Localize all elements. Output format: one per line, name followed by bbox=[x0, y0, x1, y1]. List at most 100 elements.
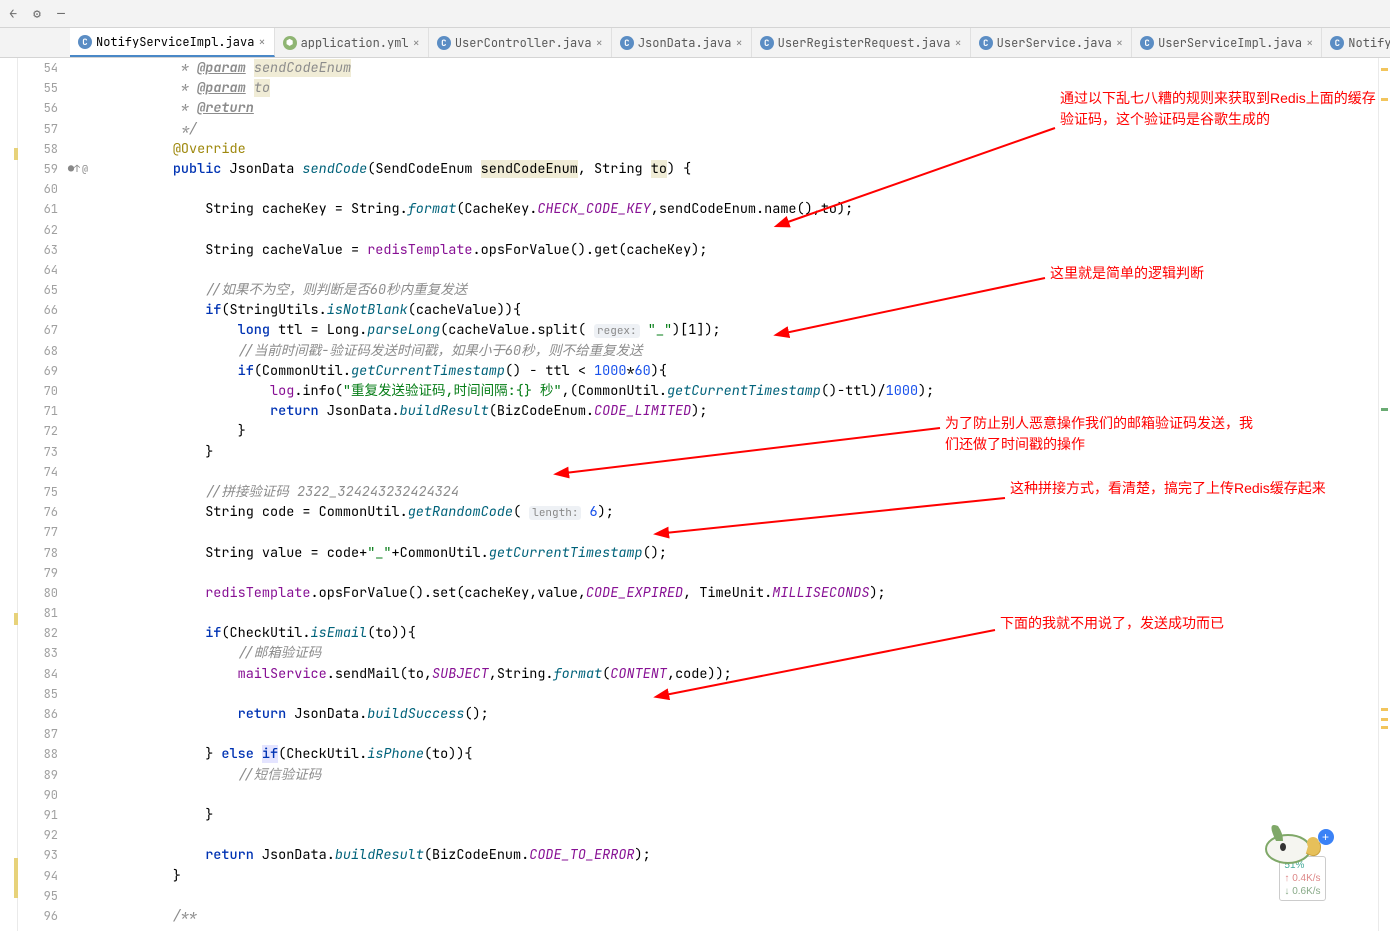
gutter-markers[interactable] bbox=[68, 139, 108, 159]
code-line[interactable]: 70 log.info("重复发送验证码,时间间隔:{} 秒",(CommonU… bbox=[18, 381, 1390, 401]
code-line[interactable]: 79 bbox=[18, 563, 1390, 583]
code-line[interactable]: 91 } bbox=[18, 805, 1390, 825]
code-line[interactable]: 71 return JsonData.buildResult(BizCodeEn… bbox=[18, 401, 1390, 421]
gutter-markers[interactable] bbox=[68, 744, 108, 764]
gutter-markers[interactable] bbox=[68, 179, 108, 199]
gutter-markers[interactable] bbox=[68, 320, 108, 340]
error-stripe[interactable] bbox=[1378, 58, 1390, 931]
code-line[interactable]: 73 } bbox=[18, 442, 1390, 462]
code-line[interactable]: 85 bbox=[18, 684, 1390, 704]
code-line[interactable]: 57 */ bbox=[18, 119, 1390, 139]
gutter-markers[interactable] bbox=[68, 866, 108, 886]
gutter-markers[interactable] bbox=[68, 98, 108, 118]
gutter-markers[interactable] bbox=[68, 341, 108, 361]
gutter-markers[interactable] bbox=[68, 765, 108, 785]
gutter-markers[interactable] bbox=[68, 260, 108, 280]
code-line[interactable]: 65 //如果不为空，则判断是否60秒内重复发送 bbox=[18, 280, 1390, 300]
code-line[interactable]: 67 long ttl = Long.parseLong(cacheValue.… bbox=[18, 320, 1390, 340]
code-line[interactable]: 92 bbox=[18, 825, 1390, 845]
code-line[interactable]: 58 @Override bbox=[18, 139, 1390, 159]
tab-usercontroller-java[interactable]: CUserController.java× bbox=[429, 28, 612, 57]
close-icon[interactable]: × bbox=[413, 35, 420, 51]
gutter-markers[interactable]: ●↑@ bbox=[68, 159, 108, 179]
stripe-mark[interactable] bbox=[1381, 68, 1388, 71]
network-widget[interactable]: + 51% ↑ 0.4K/s ↓ 0.6K/s bbox=[1235, 811, 1350, 901]
gutter-markers[interactable] bbox=[68, 522, 108, 542]
stripe-mark[interactable] bbox=[1381, 726, 1388, 729]
code-line[interactable]: 64 bbox=[18, 260, 1390, 280]
gutter-markers[interactable] bbox=[68, 502, 108, 522]
code-line[interactable]: 63 String cacheValue = redisTemplate.ops… bbox=[18, 240, 1390, 260]
close-icon[interactable]: × bbox=[596, 35, 603, 51]
gear-icon[interactable]: ⚙ bbox=[28, 5, 46, 23]
back-icon[interactable]: ← bbox=[4, 5, 22, 23]
gutter-markers[interactable] bbox=[68, 361, 108, 381]
gutter-markers[interactable] bbox=[68, 199, 108, 219]
gutter-markers[interactable] bbox=[68, 240, 108, 260]
gutter-markers[interactable] bbox=[68, 785, 108, 805]
code-line[interactable]: 69 if(CommonUtil.getCurrentTimestamp() -… bbox=[18, 361, 1390, 381]
code-line[interactable]: 90 bbox=[18, 785, 1390, 805]
code-line[interactable]: 76 String code = CommonUtil.getRandomCod… bbox=[18, 502, 1390, 522]
tab-application-yml[interactable]: ⬢application.yml× bbox=[275, 28, 429, 57]
gutter-markers[interactable] bbox=[68, 906, 108, 926]
gutter-markers[interactable] bbox=[68, 583, 108, 603]
code-line[interactable]: 72 } bbox=[18, 421, 1390, 441]
code-line[interactable]: 95 bbox=[18, 886, 1390, 906]
gutter-markers[interactable] bbox=[68, 623, 108, 643]
code-line[interactable]: 59●↑@ public JsonData sendCode(SendCodeE… bbox=[18, 159, 1390, 179]
gutter-markers[interactable] bbox=[68, 482, 108, 502]
gutter-markers[interactable] bbox=[68, 664, 108, 684]
close-icon[interactable]: × bbox=[954, 35, 961, 51]
gutter-markers[interactable] bbox=[68, 563, 108, 583]
close-icon[interactable]: × bbox=[1306, 35, 1313, 51]
code-line[interactable]: 81 bbox=[18, 603, 1390, 623]
code-line[interactable]: 78 String value = code+"_"+CommonUtil.ge… bbox=[18, 543, 1390, 563]
tab-jsondata-java[interactable]: CJsonData.java× bbox=[612, 28, 752, 57]
code-line[interactable]: 83 //邮箱验证码 bbox=[18, 643, 1390, 663]
tab-userserviceimpl-java[interactable]: CUserServiceImpl.java× bbox=[1132, 28, 1322, 57]
code-line[interactable]: 61 String cacheKey = String.format(Cache… bbox=[18, 199, 1390, 219]
gutter-markers[interactable] bbox=[68, 300, 108, 320]
gutter-markers[interactable] bbox=[68, 381, 108, 401]
code-line[interactable]: 88 } else if(CheckUtil.isPhone(to)){ bbox=[18, 744, 1390, 764]
code-line[interactable]: 66 if(StringUtils.isNotBlank(cacheValue)… bbox=[18, 300, 1390, 320]
close-icon[interactable]: × bbox=[1116, 35, 1123, 51]
code-line[interactable]: 86 return JsonData.buildSuccess(); bbox=[18, 704, 1390, 724]
gutter-markers[interactable] bbox=[68, 643, 108, 663]
code-line[interactable]: 77 bbox=[18, 522, 1390, 542]
code-line[interactable]: 80 redisTemplate.opsForValue().set(cache… bbox=[18, 583, 1390, 603]
code-line[interactable]: 62 bbox=[18, 220, 1390, 240]
gutter-markers[interactable] bbox=[68, 280, 108, 300]
gutter-markers[interactable] bbox=[68, 684, 108, 704]
code-editor[interactable]: 54 * @param sendCodeEnum55 * @param to56… bbox=[18, 58, 1390, 931]
code-line[interactable]: 84 mailService.sendMail(to,SUBJECT,Strin… bbox=[18, 664, 1390, 684]
tab-notifyservice-java[interactable]: CNotifyService.java× bbox=[1322, 28, 1390, 57]
gutter-markers[interactable] bbox=[68, 58, 108, 78]
code-line[interactable]: 93 return JsonData.buildResult(BizCodeEn… bbox=[18, 845, 1390, 865]
tab-userregisterrequest-java[interactable]: CUserRegisterRequest.java× bbox=[752, 28, 971, 57]
code-line[interactable]: 75 //拼接验证码 2322_324243232424324 bbox=[18, 482, 1390, 502]
gutter-markers[interactable] bbox=[68, 603, 108, 623]
code-line[interactable]: 60 bbox=[18, 179, 1390, 199]
code-line[interactable]: 74 bbox=[18, 462, 1390, 482]
gutter-markers[interactable] bbox=[68, 421, 108, 441]
code-line[interactable]: 96 /** bbox=[18, 906, 1390, 926]
gutter-markers[interactable] bbox=[68, 704, 108, 724]
gutter-markers[interactable] bbox=[68, 401, 108, 421]
gutter-markers[interactable] bbox=[68, 825, 108, 845]
code-line[interactable]: 56 * @return bbox=[18, 98, 1390, 118]
gutter-markers[interactable] bbox=[68, 886, 108, 906]
code-line[interactable]: 89 //短信验证码 bbox=[18, 765, 1390, 785]
stripe-mark[interactable] bbox=[1381, 98, 1388, 101]
close-icon[interactable]: × bbox=[735, 35, 742, 51]
gutter-markers[interactable] bbox=[68, 442, 108, 462]
stripe-mark[interactable] bbox=[1381, 708, 1388, 711]
gutter-markers[interactable] bbox=[68, 845, 108, 865]
minus-icon[interactable]: — bbox=[52, 5, 70, 23]
code-line[interactable]: 68 //当前时间戳-验证码发送时间戳，如果小于60秒，则不给重复发送 bbox=[18, 341, 1390, 361]
code-line[interactable]: 87 bbox=[18, 724, 1390, 744]
code-line[interactable]: 94 } bbox=[18, 866, 1390, 886]
code-line[interactable]: 54 * @param sendCodeEnum bbox=[18, 58, 1390, 78]
code-line[interactable]: 82 if(CheckUtil.isEmail(to)){ bbox=[18, 623, 1390, 643]
